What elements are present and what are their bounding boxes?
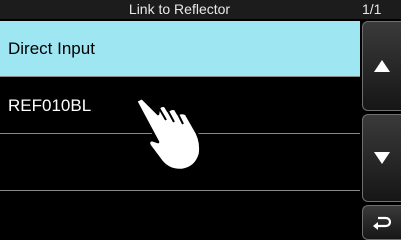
scroll-up-button[interactable] (362, 21, 401, 111)
touch-hand-icon (134, 96, 202, 172)
screen-title: Link to Reflector (128, 1, 231, 17)
up-triangle-icon (374, 60, 390, 72)
title-bar: Link to Reflector 1/1 (0, 0, 401, 19)
return-arrow-icon (373, 216, 392, 230)
back-button[interactable] (362, 205, 401, 240)
list-item-direct-input[interactable]: Direct Input (0, 21, 360, 77)
scroll-down-button[interactable] (362, 114, 401, 202)
page-indicator: 1/1 (362, 1, 382, 17)
side-button-column (362, 21, 401, 240)
list-item-empty[interactable] (0, 192, 360, 240)
list-item-label: REF010BL (8, 96, 92, 115)
list-item-label: Direct Input (8, 39, 95, 58)
reflector-screen: Link to Reflector 1/1 Direct Input REF01… (0, 0, 401, 240)
down-triangle-icon (374, 152, 390, 164)
